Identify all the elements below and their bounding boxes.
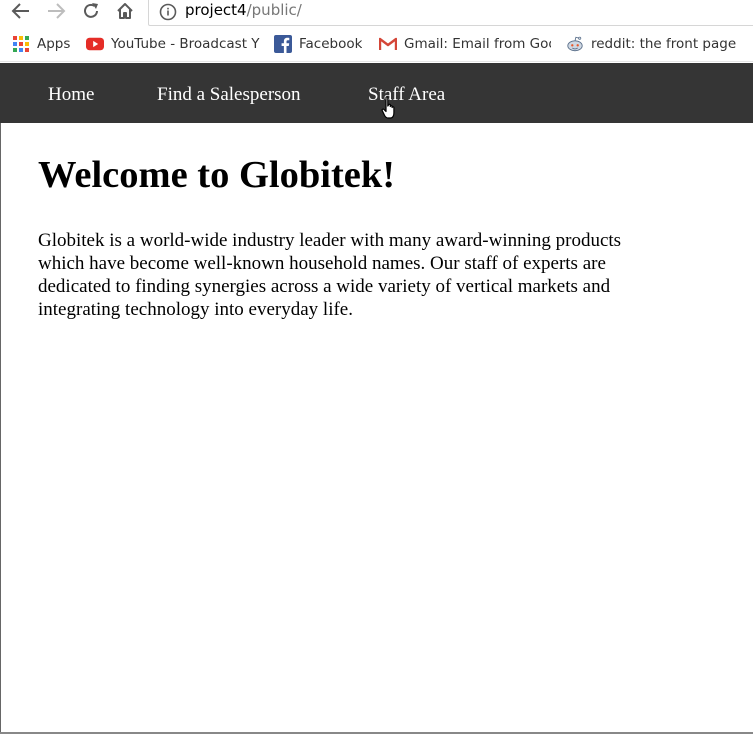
bookmark-youtube[interactable]: YouTube - Broadcast Y <box>86 29 260 59</box>
site-navbar: Home Find a Salesperson Staff Area <box>0 63 753 123</box>
intro-paragraph: Globitek is a world-wide industry leader… <box>38 229 678 321</box>
main-content: Welcome to Globitek! Globitek is a world… <box>38 123 678 321</box>
back-button[interactable] <box>8 0 34 22</box>
intro-line: Globitek is a world-wide industry leader… <box>38 230 622 251</box>
bookmark-facebook[interactable]: Facebook <box>274 29 362 59</box>
gmail-icon <box>379 35 397 53</box>
bookmark-gmail[interactable]: Gmail: Email from Goo <box>379 29 551 59</box>
bookmark-label: reddit: the front page <box>591 36 737 52</box>
home-icon <box>117 3 133 19</box>
facebook-icon <box>274 35 292 53</box>
bookmark-label: Apps <box>37 36 71 52</box>
bookmark-label: Facebook <box>299 36 363 52</box>
nav-staff-area-link[interactable]: Staff Area <box>368 63 445 123</box>
bookmarks-bar: Apps YouTube - Broadcast Y Facebook Gmai… <box>0 29 753 62</box>
intro-line: dedicated to finding synergies across a … <box>38 276 611 297</box>
apps-grid-icon <box>12 35 30 53</box>
intro-line: integrating technology into everyday lif… <box>38 299 353 320</box>
home-button[interactable] <box>112 0 138 22</box>
browser-toolbar: project4/public/ <box>0 0 753 28</box>
nav-home-link[interactable]: Home <box>48 63 94 123</box>
bookmark-apps[interactable]: Apps <box>12 29 70 59</box>
bookmark-label: Gmail: Email from Goo <box>404 36 551 52</box>
forward-arrow-icon <box>48 3 66 19</box>
page-title: Welcome to Globitek! <box>38 154 396 196</box>
bookmark-label: YouTube - Broadcast Y <box>111 36 260 52</box>
reddit-icon <box>566 35 584 53</box>
intro-line: which have become well-known household n… <box>38 253 606 274</box>
address-url: project4/public/ <box>185 1 302 19</box>
bookmark-reddit[interactable]: reddit: the front page <box>566 29 746 59</box>
address-bar[interactable]: project4/public/ <box>148 0 753 26</box>
youtube-icon <box>86 35 104 53</box>
back-arrow-icon <box>11 3 29 19</box>
address-path: /public/ <box>246 1 302 19</box>
nav-find-salesperson-link[interactable]: Find a Salesperson <box>157 63 301 123</box>
info-icon[interactable] <box>159 3 177 21</box>
page-left-border <box>0 123 1 734</box>
forward-button[interactable] <box>43 0 69 22</box>
hand-pointer-cursor-icon <box>381 96 395 119</box>
reload-icon <box>84 3 98 18</box>
reload-button[interactable] <box>78 0 104 22</box>
address-host: project4 <box>185 1 247 19</box>
